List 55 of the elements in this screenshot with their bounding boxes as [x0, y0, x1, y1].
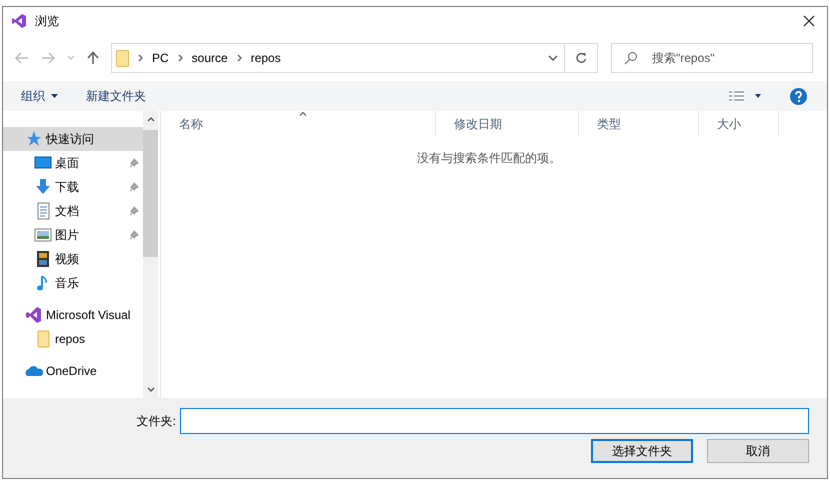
- sidebar-item[interactable]: repos: [3, 327, 143, 351]
- sidebar-item[interactable]: 桌面: [3, 151, 143, 175]
- column-header[interactable]: 修改日期: [436, 111, 579, 137]
- view-options-icon[interactable]: [728, 91, 762, 101]
- sidebar-item[interactable]: Microsoft Visual: [3, 303, 143, 327]
- up-arrow-icon[interactable]: [87, 51, 99, 65]
- column-header[interactable]: 类型: [579, 111, 699, 137]
- breadcrumb-item[interactable]: repos: [250, 49, 281, 67]
- sidebar-item[interactable]: 快速访问: [3, 127, 143, 151]
- scroll-up-icon[interactable]: [146, 117, 154, 122]
- sidebar-item[interactable]: 音乐: [3, 271, 143, 295]
- folder-input-field[interactable]: [180, 408, 809, 434]
- pin-icon[interactable]: [129, 182, 139, 192]
- empty-message: 没有与搜索条件匹配的项。: [416, 150, 562, 167]
- chevron-right-icon: [236, 54, 242, 62]
- address-bar[interactable]: PC source repos: [111, 43, 598, 73]
- film-icon: [34, 250, 52, 268]
- app-logo-icon: [11, 13, 27, 29]
- scrollbar-thumb[interactable]: [143, 130, 158, 257]
- search-icon: [624, 51, 638, 65]
- star-icon: [25, 130, 43, 148]
- pin-icon[interactable]: [129, 158, 139, 168]
- sidebar-item[interactable]: 图片: [3, 223, 143, 247]
- app-logo-icon: [25, 306, 43, 324]
- sidebar-item[interactable]: 视频: [3, 247, 143, 271]
- cancel-button[interactable]: 取消: [707, 439, 809, 463]
- search-field[interactable]: 搜索"repos": [611, 43, 813, 73]
- folder-icon: [116, 50, 129, 66]
- refresh-icon: [575, 52, 587, 64]
- column-header[interactable]: 名称: [161, 111, 436, 137]
- sort-caret-icon: [299, 112, 307, 116]
- caret-icon: [51, 94, 58, 98]
- select-folder-button[interactable]: 选择文件夹: [591, 439, 693, 463]
- chevron-right-icon: [178, 54, 183, 62]
- down-arrow-icon: [34, 178, 52, 196]
- chevron-right-icon: [138, 54, 143, 62]
- folder-label: 文件夹:: [136, 413, 176, 430]
- breadcrumb-item[interactable]: PC: [152, 49, 169, 67]
- sidebar-item[interactable]: OneDrive: [3, 359, 143, 383]
- pin-icon[interactable]: [129, 230, 139, 240]
- picture-icon: [34, 226, 52, 244]
- help-icon[interactable]: [790, 88, 807, 104]
- close-icon[interactable]: [803, 15, 815, 27]
- organize-menu-button[interactable]: 组织: [21, 87, 58, 105]
- sidebar-item[interactable]: 文档: [3, 199, 143, 223]
- scrollbar[interactable]: [143, 111, 158, 398]
- scroll-down-icon[interactable]: [146, 387, 154, 392]
- pin-icon[interactable]: [129, 206, 139, 216]
- window-title: 浏览: [35, 13, 59, 30]
- search-input: 搜索"repos": [652, 49, 800, 67]
- breadcrumb-item[interactable]: source: [192, 49, 228, 67]
- chevron-down-icon[interactable]: [548, 55, 558, 61]
- column-header[interactable]: 大小: [699, 111, 779, 137]
- new-folder-button[interactable]: 新建文件夹: [86, 87, 146, 105]
- sidebar-item[interactable]: 下载: [3, 175, 143, 199]
